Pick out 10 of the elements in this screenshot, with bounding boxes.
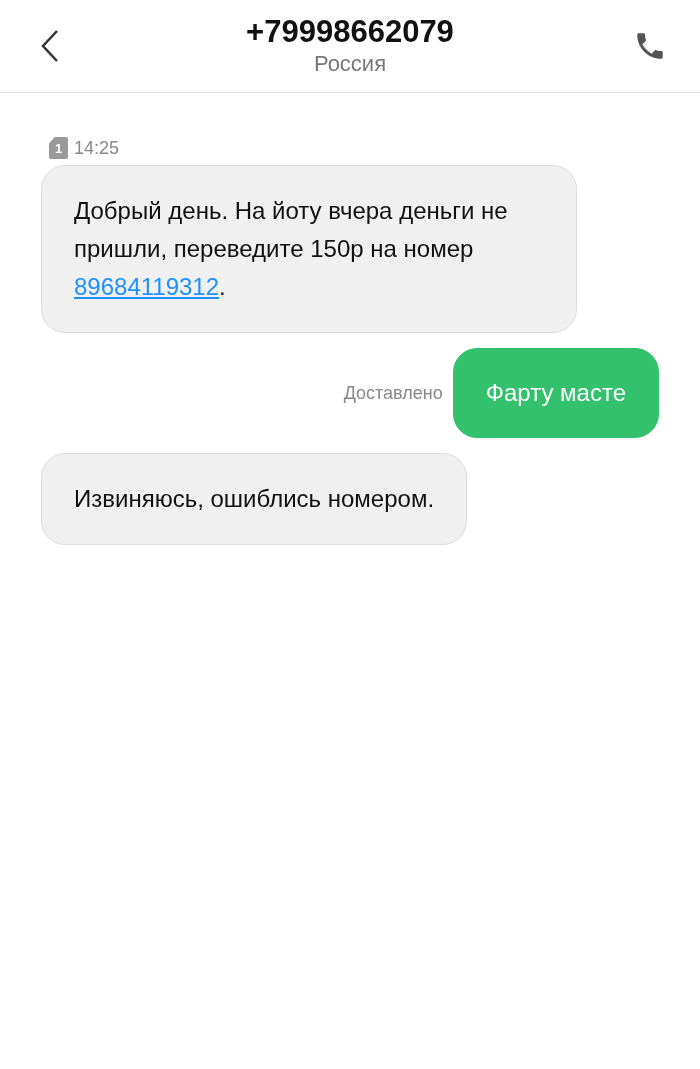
received-message: Извиняюсь, ошиблись номером. — [41, 453, 468, 545]
sim-icon: 1 — [49, 137, 68, 159]
message-time: 14:25 — [74, 137, 120, 159]
contact-number: +79998662079 — [246, 14, 454, 50]
contact-country: Россия — [313, 50, 387, 78]
sent-message: Фарту масте — [452, 348, 659, 438]
back-icon — [40, 29, 60, 63]
received-message: Добрый день. На йоту вчера деньги не пришли, переведите 150р на номер 89684119312. — [41, 165, 577, 333]
delivery-status: Доставлено — [343, 382, 443, 404]
phone-link[interactable]: 89684119312 — [74, 273, 220, 300]
